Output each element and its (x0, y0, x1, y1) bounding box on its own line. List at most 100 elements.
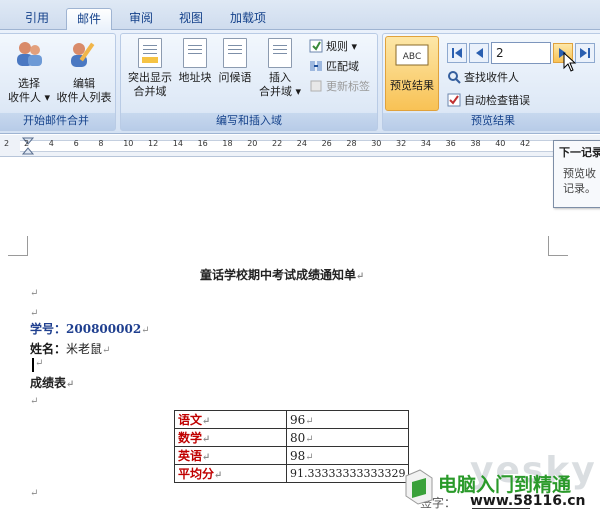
select-recipients-label-2: 收件人 ▾ (7, 91, 51, 104)
subject-cell[interactable]: 语文↵ (174, 410, 287, 429)
horizontal-ruler[interactable]: 2 2 4 6 8 10 12 14 16 18 20 22 24 26 28 30 32 34 36 38 40 42 (0, 135, 600, 157)
address-block-button[interactable]: 地址块 (175, 38, 215, 85)
greeting-line-button[interactable]: 问候语 (215, 38, 255, 85)
select-recipients-label-1: 选择 (18, 77, 40, 90)
next-record-tooltip: 下一记录 预览收 记录。 (553, 140, 600, 208)
preview-results-label: 预览结果 (390, 79, 434, 92)
group-label-preview: 预览结果 (383, 113, 600, 130)
greeting-line-label: 问候语 (218, 71, 252, 84)
subject-name: 语文 (178, 413, 203, 427)
table-row: 平均分↵ 91.33333333333329 (174, 464, 410, 483)
edit-list-label-1: 编辑 (73, 77, 95, 90)
score-table-heading-text: 成绩表 (30, 376, 67, 390)
find-recipient-icon (447, 70, 461, 84)
table-row: 数学↵ 80↵ (174, 428, 410, 447)
table-row: 英语↵ 98↵ (174, 446, 410, 465)
ruler-number: 14 (172, 139, 183, 148)
subject-name: 平均分 (178, 467, 215, 481)
svg-text:ABC: ABC (403, 52, 421, 62)
paragraph-mark: ↵ (102, 345, 111, 356)
ruler-number: 2 (4, 139, 10, 148)
ribbon: 选择 收件人 ▾ 编辑 收件人列表 开始邮件合并 突出显示 合并域 地址块 问候… (0, 30, 600, 134)
rules-button[interactable]: 规则 ▾ (309, 38, 357, 56)
empty-paragraph: ↵ (30, 396, 39, 407)
ruler-number: 12 (148, 139, 159, 148)
ruler-number: 8 (98, 139, 104, 148)
preview-results-button[interactable]: ABC 预览结果 (385, 36, 439, 111)
empty-paragraph: ↵ (30, 308, 39, 319)
address-block-label: 地址块 (178, 71, 212, 84)
site-logo-icon (405, 469, 433, 505)
paragraph-mark: ↵ (202, 434, 211, 445)
score-cell[interactable]: 98↵ (285, 446, 410, 465)
ruler-number: 2 (24, 139, 30, 148)
find-recipient-button[interactable]: 查找收件人 (447, 69, 519, 87)
highlight-merge-fields-button[interactable]: 突出显示 合并域 (123, 38, 177, 99)
subject-cell[interactable]: 数学↵ (174, 428, 287, 447)
tab-mailings[interactable]: 邮件 (66, 8, 112, 31)
score-table: 语文↵ 96↵ 数学↵ 80↵ 英语↵ 98↵ 平均分↵ 91.33333333… (174, 410, 410, 483)
student-name-line: 姓名：米老鼠↵ (30, 340, 110, 357)
rules-label: 规则 (326, 40, 348, 53)
group-label-start-merge: 开始邮件合并 (0, 113, 115, 130)
insert-merge-field-label-2: 合并域 ▾ (258, 85, 302, 98)
score-table-heading: 成绩表↵ (30, 374, 74, 391)
student-id-label: 学号： (30, 322, 67, 336)
auto-check-errors-label: 自动检查错误 (464, 94, 530, 107)
tab-view[interactable]: 视图 (168, 8, 214, 30)
crop-mark-top-left (8, 236, 28, 256)
watermark-url: www.58116.cn (470, 493, 586, 509)
greeting-line-icon (223, 38, 247, 68)
ruler-number: 4 (48, 139, 54, 148)
ruler-number: 28 (346, 139, 357, 148)
subject-cell[interactable]: 英语↵ (174, 446, 287, 465)
score-cell[interactable]: 80↵ (285, 428, 410, 447)
tab-add-ins[interactable]: 加载项 (222, 8, 274, 30)
preview-abc-icon: ABC (386, 41, 438, 73)
ribbon-tab-bar: 引用 邮件 审阅 视图 加载项 (0, 0, 600, 31)
address-block-icon (183, 38, 207, 68)
paragraph-mark: ↵ (305, 415, 314, 427)
recipients-icon (3, 38, 55, 74)
score-value: 98 (290, 448, 306, 463)
insert-merge-field-button[interactable]: 插入 合并域 ▾ (255, 38, 305, 99)
auto-check-errors-button[interactable]: 自动检查错误 (447, 92, 530, 110)
paragraph-mark: ↵ (66, 379, 75, 390)
previous-record-button[interactable] (469, 43, 489, 63)
empty-paragraph: ↵ (30, 488, 39, 499)
paragraph-mark: ↵ (305, 433, 314, 445)
tooltip-title: 下一记录 (559, 146, 600, 159)
ruler-number: 32 (396, 139, 407, 148)
ruler-number: 6 (73, 139, 79, 148)
tab-references[interactable]: 引用 (14, 8, 60, 30)
group-label-write-insert: 编写和插入域 (121, 113, 377, 130)
select-recipients-button[interactable]: 选择 收件人 ▾ (3, 38, 55, 105)
edit-recipient-list-button[interactable]: 编辑 收件人列表 (53, 38, 115, 105)
match-fields-button[interactable]: 匹配域 (309, 58, 359, 76)
empty-paragraph: ↵ (35, 358, 44, 369)
match-fields-label: 匹配域 (326, 60, 359, 73)
document-title-text: 童话学校期中考试成绩通知单 (200, 268, 357, 282)
score-cell[interactable]: 96↵ (285, 410, 410, 429)
paragraph-mark: ↵ (141, 325, 150, 336)
subject-cell[interactable]: 平均分↵ (174, 464, 287, 483)
update-labels-button[interactable]: 更新标签 (309, 78, 370, 96)
paragraph-mark: ↵ (305, 451, 314, 463)
ruler-number: 40 (495, 139, 506, 148)
match-fields-icon (309, 59, 323, 73)
edit-list-icon (53, 38, 115, 74)
ruler-number: 36 (445, 139, 456, 148)
first-record-button[interactable] (447, 43, 467, 63)
paragraph-mark: ↵ (202, 416, 211, 427)
student-id-line: 学号：200800002↵ (30, 320, 150, 337)
ruler-number: 22 (272, 139, 283, 148)
tab-review[interactable]: 审阅 (118, 8, 164, 30)
record-number-input[interactable]: 2 (491, 42, 551, 64)
ruler-number: 20 (247, 139, 258, 148)
edit-list-label-2: 收件人列表 (56, 91, 112, 104)
last-record-button[interactable] (575, 43, 595, 63)
score-value: 91.33333333333329 (290, 467, 406, 480)
group-preview-results: ABC 预览结果 2 查找收件人 自动检查错误 预览结果 (382, 33, 600, 131)
score-cell[interactable]: 91.33333333333329 (285, 464, 410, 483)
insert-merge-field-label-1: 插入 (269, 71, 291, 84)
